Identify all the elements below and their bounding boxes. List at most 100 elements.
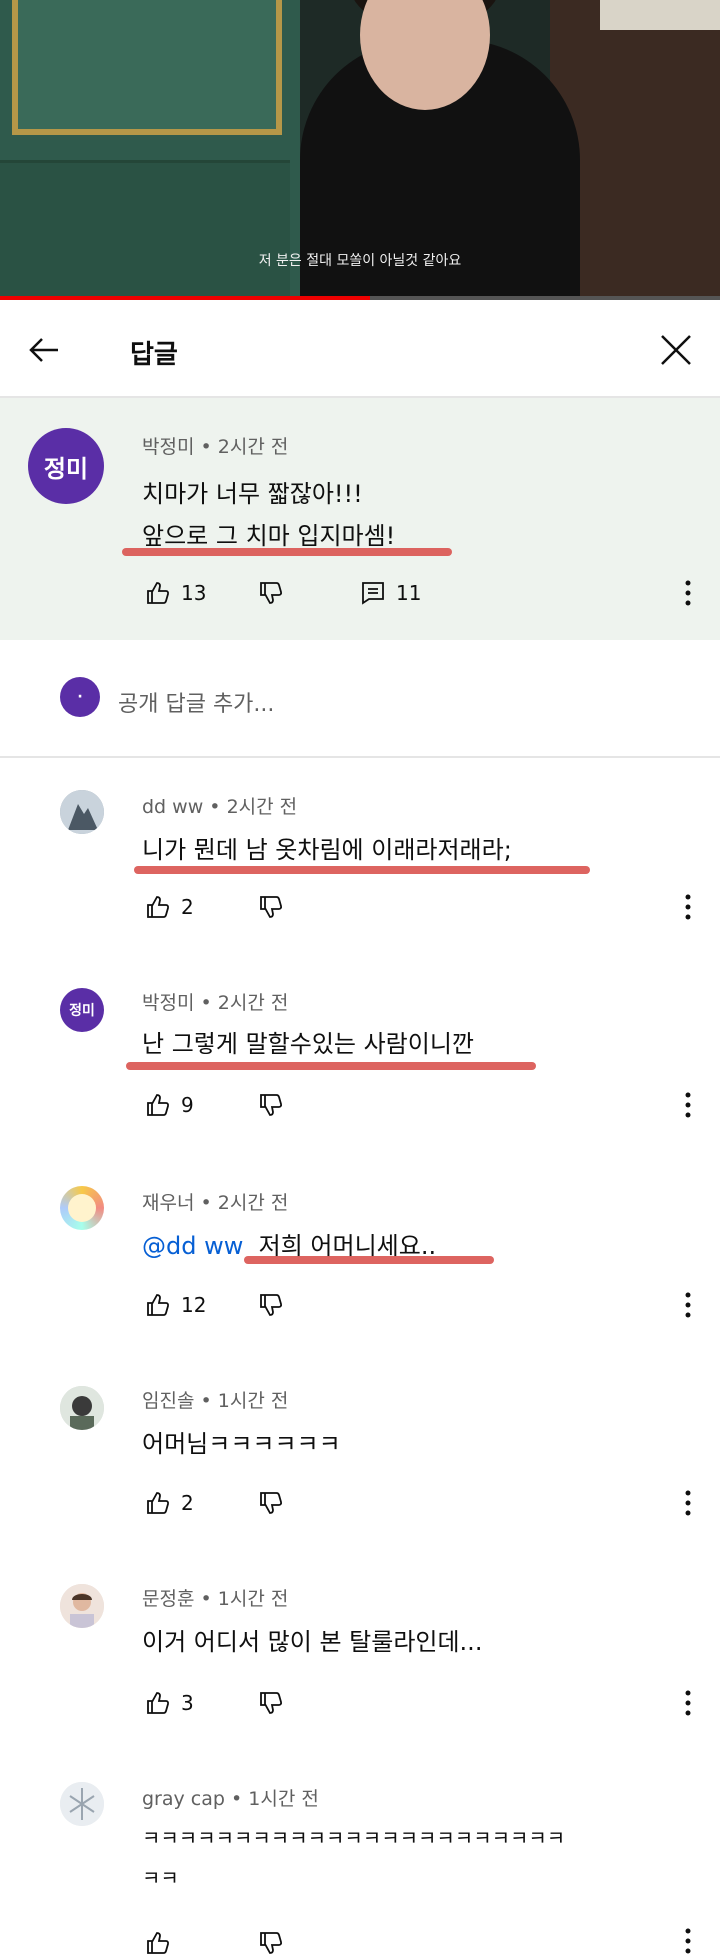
like-button[interactable]: 13 (145, 580, 206, 606)
like-count: 12 (181, 1293, 207, 1317)
like-count: 13 (181, 581, 207, 605)
video-wall-panel (0, 160, 290, 300)
back-arrow-icon[interactable] (24, 330, 64, 370)
comment-author[interactable]: 박정미 (142, 436, 194, 458)
dislike-button[interactable] (258, 1092, 294, 1118)
thumbs-down-icon (260, 1294, 283, 1316)
comment-text-line1: 치마가 너무 짧잖아!!! (142, 480, 363, 508)
like-button[interactable]: 12 (145, 1292, 206, 1318)
comment-time: 1시간 전 (217, 1588, 289, 1610)
my-avatar: · (60, 677, 100, 717)
like-button[interactable]: 2 (145, 894, 194, 920)
meta-separator: • (200, 992, 212, 1014)
comment-text: 난 그렇게 말할수있는 사람이니깐 (142, 1030, 475, 1058)
comment-text-line1: ㅋㅋㅋㅋㅋㅋㅋㅋㅋㅋㅋㅋㅋㅋㅋㅋㅋㅋㅋㅋㅋㅋㅋ (142, 1826, 566, 1850)
comment-text: 이거 어디서 많이 본 탈룰라인데... (142, 1628, 483, 1656)
add-reply-row[interactable]: · 공개 답글 추가... (0, 640, 720, 758)
avatar[interactable] (60, 1386, 104, 1430)
like-button[interactable]: 9 (145, 1092, 194, 1118)
comment-meta: gray cap • 1시간 전 (142, 1784, 319, 1811)
like-button[interactable]: 2 (145, 1490, 194, 1516)
more-vert-icon[interactable] (684, 1926, 692, 1956)
thumbs-up-icon (147, 1492, 170, 1514)
mention-link[interactable]: @dd ww (142, 1232, 243, 1260)
comment-author[interactable]: 박정미 (142, 992, 194, 1014)
comment-meta: 박정미 • 2시간 전 (142, 988, 288, 1015)
thumbs-up-icon (147, 1094, 170, 1116)
more-vert-icon[interactable] (684, 1488, 692, 1518)
like-button[interactable] (145, 1930, 181, 1956)
avatar[interactable]: 정미 (28, 428, 104, 504)
comment-meta: dd ww • 2시간 전 (142, 792, 297, 819)
comment-meta: 박정미 • 2시간 전 (142, 432, 288, 459)
like-count: 2 (181, 895, 194, 919)
reply-input[interactable]: 공개 답글 추가... (118, 686, 274, 718)
comment-meta: 재우너 • 2시간 전 (142, 1188, 288, 1215)
dislike-button[interactable] (258, 1690, 294, 1716)
comment-meta: 임진솔 • 1시간 전 (142, 1386, 288, 1413)
like-count: 3 (181, 1691, 194, 1715)
more-vert-icon[interactable] (684, 578, 692, 608)
replies-header: 답글 (0, 300, 720, 398)
comment-time: 1시간 전 (248, 1788, 319, 1810)
dislike-button[interactable] (258, 1930, 294, 1956)
dislike-button[interactable] (258, 1490, 294, 1516)
avatar[interactable] (60, 790, 104, 834)
video-wall-frame (12, 0, 282, 135)
video-player[interactable]: 저 분은 절대 모쏠이 아닐것 같아요 (0, 0, 720, 300)
highlight-underline (244, 1256, 494, 1264)
meta-separator: • (200, 436, 212, 458)
more-vert-icon[interactable] (684, 1290, 692, 1320)
comment-text-line2: 앞으로 그 치마 입지마셈! (142, 522, 396, 550)
comment-time: 1시간 전 (217, 1390, 289, 1412)
page-title: 답글 (130, 340, 178, 370)
comment-time: 2시간 전 (217, 436, 289, 458)
highlight-underline (134, 866, 590, 874)
comment-time: 2시간 전 (217, 1192, 289, 1214)
avatar[interactable] (60, 1584, 104, 1628)
video-light (600, 0, 720, 30)
thumbs-down-icon (260, 1932, 283, 1954)
meta-separator: • (209, 796, 221, 818)
top-comment: 정미 박정미 • 2시간 전 치마가 너무 짧잖아!!! 앞으로 그 치마 입지… (0, 398, 720, 640)
like-button[interactable]: 3 (145, 1690, 194, 1716)
comment-author[interactable]: 임진솔 (142, 1390, 194, 1412)
comment-meta: 문정훈 • 1시간 전 (142, 1584, 288, 1611)
comment-author[interactable]: 재우너 (142, 1192, 194, 1214)
comment-text-line2: ㅋㅋ (142, 1866, 179, 1890)
thumbs-down-icon (260, 1094, 283, 1116)
thumbs-up-icon (147, 1932, 170, 1954)
reply-count: 11 (396, 581, 422, 605)
close-icon[interactable] (656, 330, 696, 370)
like-count: 2 (181, 1491, 194, 1515)
meta-separator: • (231, 1788, 243, 1810)
reply-count-button[interactable]: 11 (360, 580, 421, 606)
more-vert-icon[interactable] (684, 1090, 692, 1120)
thumbs-up-icon (147, 1692, 170, 1714)
highlight-underline (122, 548, 452, 556)
dislike-button[interactable] (258, 894, 294, 920)
avatar[interactable] (60, 1186, 104, 1230)
thumbs-down-icon (260, 582, 283, 604)
avatar[interactable]: 정미 (60, 988, 104, 1032)
comment-icon (362, 582, 384, 605)
meta-separator: • (200, 1588, 212, 1610)
comment-time: 2시간 전 (217, 992, 289, 1014)
comment-text: 니가 뭔데 남 옷차림에 이래라저래라; (142, 836, 512, 864)
dislike-button[interactable] (258, 580, 294, 606)
avatar[interactable] (60, 1782, 104, 1826)
comment-time: 2시간 전 (226, 796, 298, 818)
dislike-button[interactable] (258, 1292, 294, 1318)
thumbs-down-icon (260, 1492, 283, 1514)
thumbs-down-icon (260, 1692, 283, 1714)
meta-separator: • (200, 1390, 212, 1412)
comment-author[interactable]: dd ww (142, 796, 203, 818)
comment-author[interactable]: 문정훈 (142, 1588, 194, 1610)
comment-text: 어머님ㅋㅋㅋㅋㅋㅋ (142, 1430, 341, 1458)
more-vert-icon[interactable] (684, 1688, 692, 1718)
comment-author[interactable]: gray cap (142, 1788, 225, 1810)
like-count: 9 (181, 1093, 194, 1117)
highlight-underline (126, 1062, 536, 1070)
thumbs-down-icon (260, 896, 283, 918)
more-vert-icon[interactable] (684, 892, 692, 922)
